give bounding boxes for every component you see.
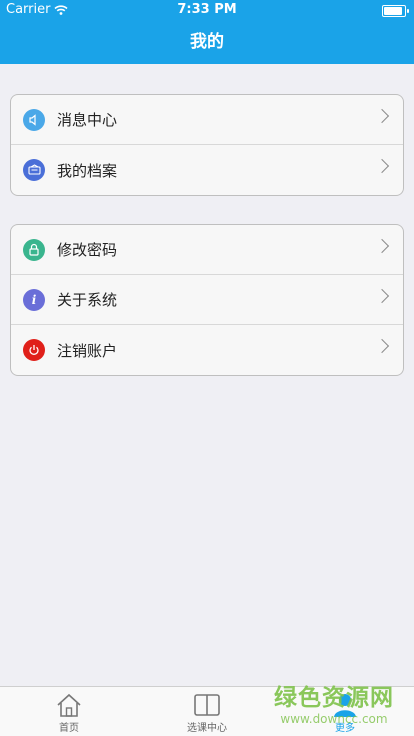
tab-label: 更多 (335, 723, 355, 734)
battery-icon (382, 5, 409, 17)
menu-item-change-password[interactable]: 修改密码 (11, 225, 403, 275)
chevron-right-icon (374, 338, 390, 354)
status-time: 7:33 PM (177, 2, 237, 17)
menu-item-label: 修改密码 (57, 241, 118, 259)
chevron-right-icon (374, 288, 390, 304)
menu-item-label: 我的档案 (57, 161, 118, 180)
chevron-right-icon (374, 158, 390, 174)
menu-group-1: 消息中心 我的档案 (10, 94, 404, 196)
profile-card-icon (23, 159, 45, 181)
menu-group-2: 修改密码 i 关于系统 注销账户 (10, 224, 404, 376)
header-bar: Carrier 7:33 PM 我的 (0, 0, 414, 64)
user-icon (334, 694, 356, 717)
menu-item-label: 消息中心 (57, 111, 118, 129)
lock-icon (23, 238, 45, 261)
menu-item-profile[interactable]: 我的档案 (11, 145, 403, 195)
chevron-right-icon (374, 108, 390, 124)
menu-item-about[interactable]: i 关于系统 (11, 275, 403, 325)
info-icon: i (23, 288, 45, 311)
tab-label: 选课中心 (187, 723, 227, 734)
menu-item-messages[interactable]: 消息中心 (11, 95, 403, 145)
tab-label: 首页 (59, 723, 79, 734)
tab-home[interactable]: 首页 (0, 687, 138, 736)
page-title: 我的 (190, 32, 224, 52)
chevron-right-icon (374, 238, 390, 254)
menu-item-logout[interactable]: 注销账户 (11, 325, 403, 375)
book-icon (194, 694, 220, 716)
speaker-icon (23, 108, 45, 131)
tab-course-center[interactable]: 选课中心 (138, 687, 276, 736)
home-icon (57, 693, 81, 717)
menu-item-label: 注销账户 (57, 341, 118, 360)
power-icon (23, 339, 45, 361)
tab-bar: 首页 选课中心 更多 (0, 686, 414, 736)
tab-more[interactable]: 更多 (276, 687, 414, 736)
status-bar: Carrier 7:33 PM (0, 0, 414, 20)
menu-item-label: 关于系统 (57, 291, 118, 309)
